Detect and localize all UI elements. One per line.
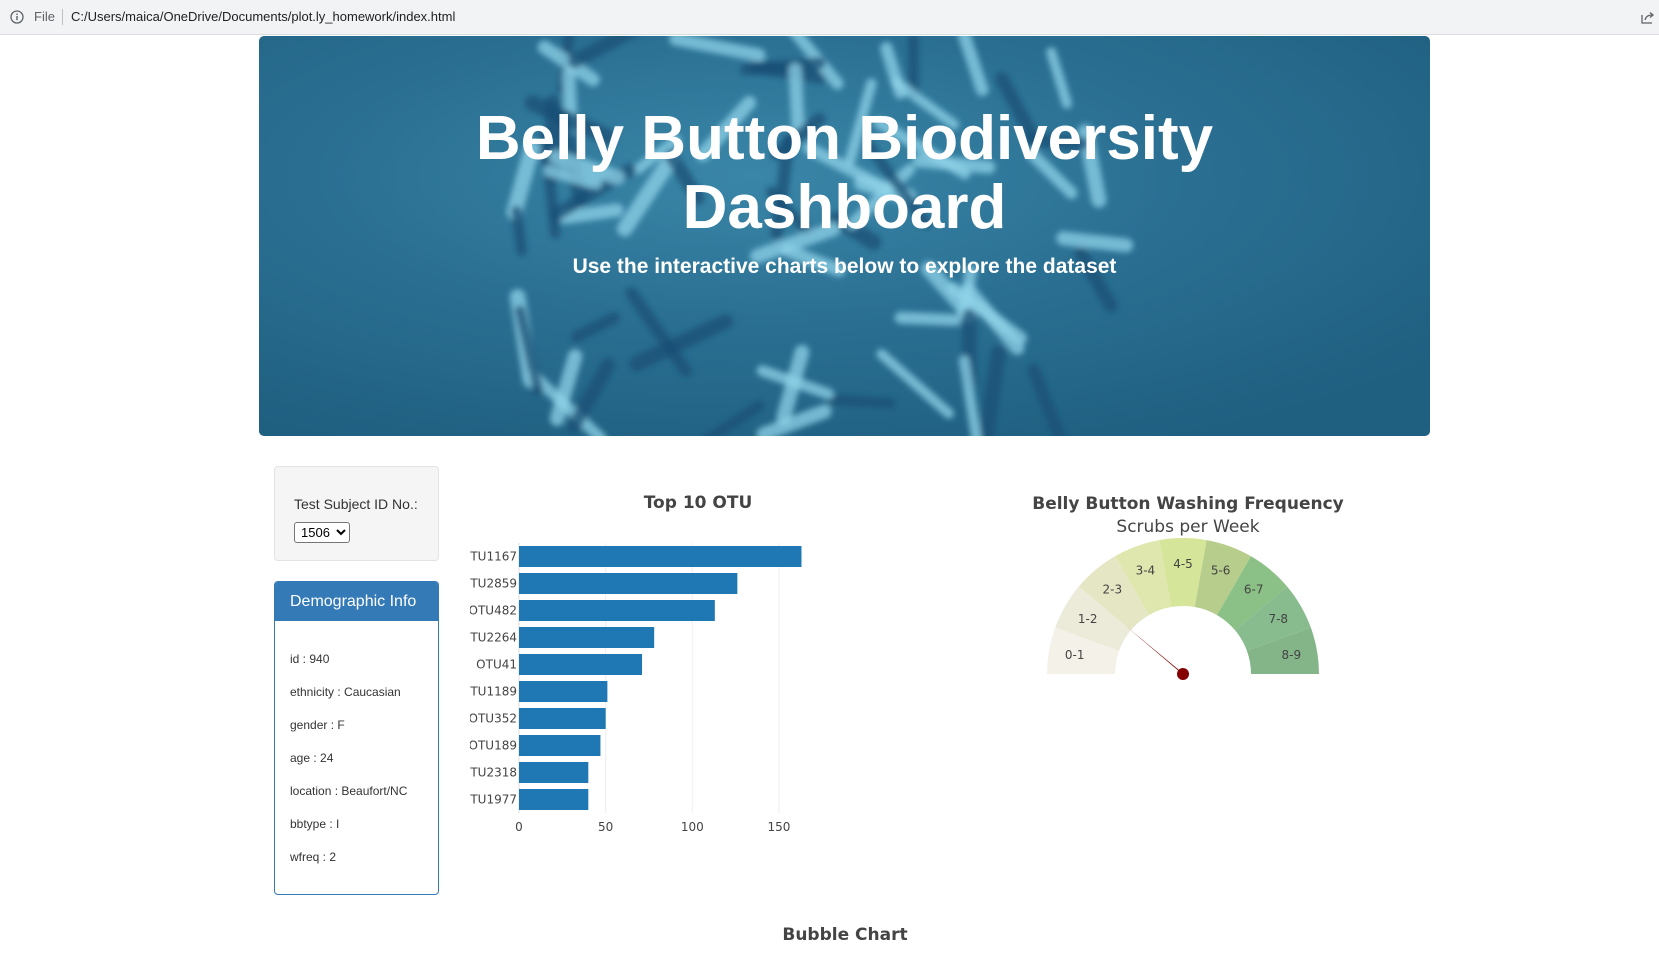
bar-otu2859[interactable] [519, 573, 738, 594]
page-title-line2: Dashboard [682, 173, 1007, 242]
address-bar[interactable]: File C:/Users/maica/OneDrive/Documents/p… [0, 0, 1659, 35]
demographic-info-heading: Demographic Info [275, 582, 438, 621]
page-title: Belly Button Biodiversity Dashboard [259, 104, 1430, 242]
y-tick-label: OTU352 [470, 712, 517, 726]
demographic-row-bbtype: bbtype : I [290, 817, 340, 831]
needle-pointer [1126, 626, 1185, 677]
bar-otu1189[interactable] [519, 681, 608, 702]
bar-otu41[interactable] [519, 654, 643, 675]
demographic-row-ethnicity: ethnicity : Caucasian [290, 685, 401, 699]
x-tick-label: 100 [681, 820, 704, 834]
y-tick-label: OTU1167 [470, 550, 517, 564]
gauge-label-8-9: 8-9 [1282, 648, 1302, 662]
gauge-label-2-3: 2-3 [1102, 583, 1122, 597]
gauge-needle [1126, 626, 1189, 680]
gauge-subtitle: Scrubs per Week [1116, 517, 1259, 537]
bar-chart-bars [519, 546, 802, 810]
subject-select-label: Test Subject ID No.: [294, 496, 418, 512]
demographic-info-panel: Demographic Info id : 940 ethnicity : Ca… [274, 581, 439, 895]
address-divider [62, 9, 63, 25]
y-tick-label: OTU189 [470, 739, 517, 753]
demographic-info-body: id : 940 ethnicity : Caucasian gender : … [290, 652, 407, 883]
bar-otu1167[interactable] [519, 546, 802, 567]
bar-otu2318[interactable] [519, 762, 589, 783]
share-icon[interactable] [1640, 10, 1655, 25]
gauge-label-7-8: 7-8 [1268, 612, 1288, 626]
demographic-row-age: age : 24 [290, 751, 334, 765]
bar-chart-y-labels: OTU1167 OTU2859 OTU482 OTU2264 OTU41 OTU1189 O… [470, 550, 517, 807]
gauge-label-1-2: 1-2 [1078, 612, 1098, 626]
demographic-row-wfreq: wfreq : 2 [290, 850, 337, 864]
y-tick-label: OTU41 [476, 658, 517, 672]
subject-selector-well: Test Subject ID No.: 1506 [274, 466, 439, 561]
bacteria-rod [894, 311, 962, 327]
bar-otu352[interactable] [519, 708, 606, 729]
demographic-row-id: id : 940 [290, 652, 330, 666]
bubble-chart-title: Bubble Chart [782, 925, 908, 945]
file-label: File [34, 9, 55, 24]
gauge-label-6-7: 6-7 [1244, 583, 1264, 597]
y-tick-label: OTU1189 [470, 685, 517, 699]
bar-otu189[interactable] [519, 735, 601, 756]
bacteria-rod [826, 394, 896, 409]
page-subtitle: Use the interactive charts below to expl… [572, 255, 1117, 278]
header-jumbotron: Belly Button Biodiversity Dashboard Use … [259, 36, 1430, 436]
y-tick-label: OTU2859 [470, 577, 517, 591]
washing-frequency-gauge[interactable]: Belly Button Washing Frequency Scrubs pe… [980, 488, 1400, 728]
gauge-label-4-5: 4-5 [1173, 557, 1193, 571]
y-tick-label: OTU2264 [470, 631, 517, 645]
bar-chart-title: Top 10 OTU [644, 493, 753, 513]
gauge-label-3-4: 3-4 [1136, 564, 1156, 578]
page-title-line1: Belly Button Biodiversity [475, 104, 1214, 173]
y-tick-label: OTU1977 [470, 793, 517, 807]
info-icon[interactable] [10, 10, 24, 24]
y-tick-label: OTU482 [470, 604, 517, 618]
bacteria-rod [740, 56, 826, 76]
bar-chart-x-labels: 0 50 100 150 [515, 820, 790, 834]
gauge-label-5-6: 5-6 [1211, 564, 1231, 578]
demographic-row-location: location : Beaufort/NC [290, 784, 408, 798]
url-text[interactable]: C:/Users/maica/OneDrive/Documents/plot.l… [71, 9, 455, 24]
x-tick-label: 0 [515, 820, 523, 834]
bar-otu2264[interactable] [519, 627, 655, 648]
y-tick-label: OTU2318 [470, 766, 517, 780]
x-tick-label: 150 [767, 820, 790, 834]
gauge-label-0-1: 0-1 [1065, 648, 1085, 662]
gauge-title: Belly Button Washing Frequency [1032, 494, 1344, 514]
subject-id-select[interactable]: 1506 [294, 522, 350, 543]
top10-otu-bar-chart[interactable]: Top 10 OTU OTU1167OTU2859OTU482OTU2264OT… [470, 488, 870, 858]
demographic-row-gender: gender : F [290, 718, 345, 732]
bar-otu482[interactable] [519, 600, 715, 621]
bar-otu1977[interactable] [519, 789, 589, 810]
x-tick-label: 50 [598, 820, 613, 834]
needle-hub [1177, 668, 1189, 680]
